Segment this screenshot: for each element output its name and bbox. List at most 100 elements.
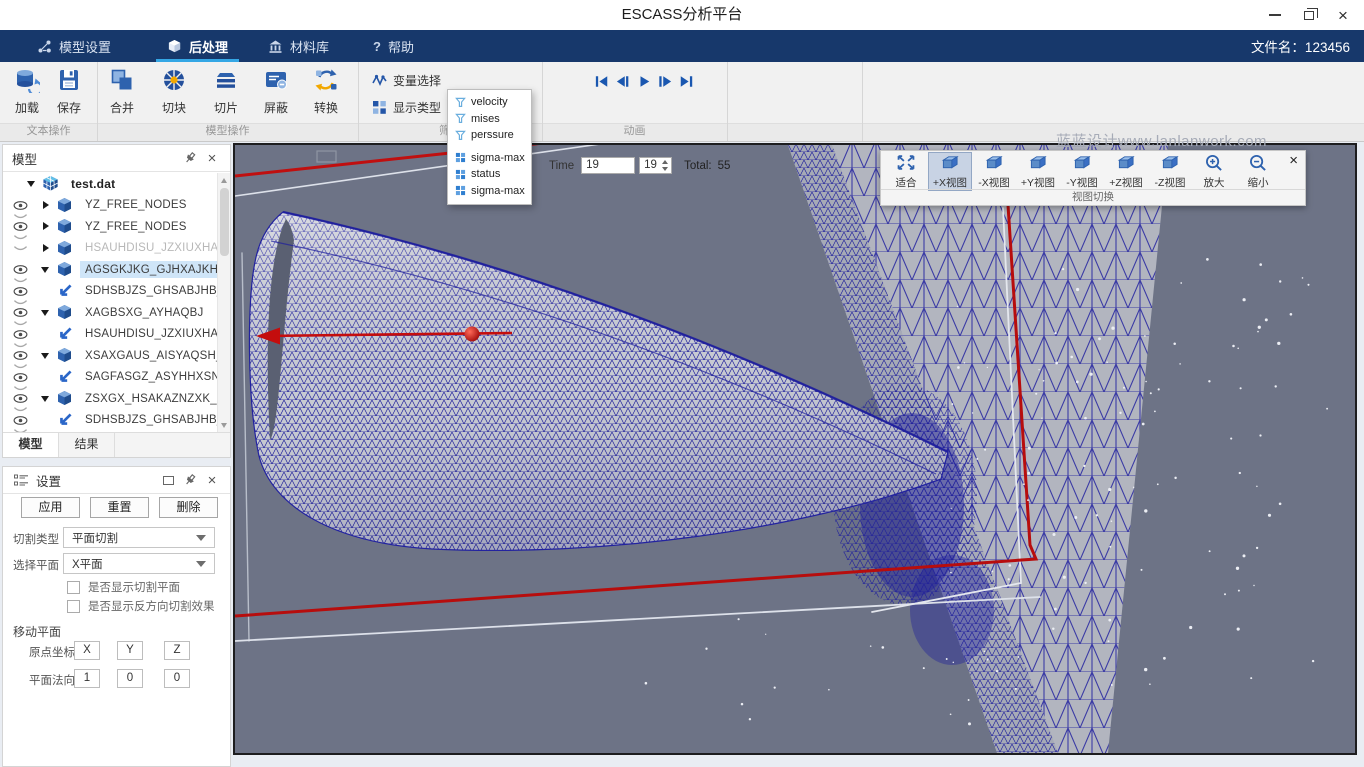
stepper-arrows[interactable]	[660, 158, 670, 173]
tree-row[interactable]: HSAUHDISU_JZXIUXHAHX	[3, 238, 217, 260]
menu-item-postprocess[interactable]: 后处理	[160, 30, 235, 62]
tree-row[interactable]: test.dat	[3, 173, 217, 195]
panel-tab[interactable]: 模型	[3, 433, 59, 457]
dropdown-item[interactable]: sigma-max	[448, 150, 531, 167]
viewport-3d[interactable]	[233, 143, 1357, 755]
visibility-eye-icon[interactable]	[13, 200, 28, 211]
tree-item-label[interactable]: ZSXGX_HSAKAZNZXK_AHASX	[80, 390, 217, 407]
convert-button[interactable]: 转换	[303, 67, 349, 116]
expander-icon[interactable]	[41, 265, 51, 275]
tree-row[interactable]: YZ_FREE_NODES	[3, 195, 217, 217]
tree-item-label[interactable]: test.dat	[66, 174, 120, 193]
view-button[interactable]: 缩小	[1236, 152, 1280, 191]
tree-row[interactable]: SDHSBJZS_GHSABJHB_ZAHU	[3, 281, 217, 303]
save-button[interactable]: 保存	[46, 67, 92, 116]
origin-x-input[interactable]: X	[74, 641, 100, 660]
visibility-eye-icon[interactable]	[13, 415, 28, 426]
tree-scrollbar[interactable]	[217, 173, 230, 432]
tree-row[interactable]: SDHSBJZS_GHSABJHB_ZAHU	[3, 410, 217, 432]
scrollbar-thumb[interactable]	[220, 188, 229, 256]
expander-icon[interactable]	[27, 179, 37, 189]
normal-z-input[interactable]: 0	[164, 669, 190, 688]
visibility-eye-icon[interactable]	[13, 329, 28, 340]
scroll-down-icon[interactable]	[218, 419, 230, 431]
skip-first-button[interactable]	[595, 75, 609, 88]
close-button[interactable]: ×	[1326, 0, 1360, 30]
view-button[interactable]: -Z视图	[1148, 152, 1192, 191]
cut-type-select[interactable]: 平面切割	[63, 527, 215, 548]
tree-item-label[interactable]: XSAXGAUS_AISYAQSH_ASHX	[80, 347, 217, 364]
view-button[interactable]: 放大	[1192, 152, 1236, 191]
tree-item-label[interactable]: SDHSBJZS_GHSABJHB_ZAHU	[80, 283, 217, 300]
tree-row[interactable]: SAGFASGZ_ASYHHXSN	[3, 367, 217, 389]
dropdown-item[interactable]: status	[448, 166, 531, 183]
menu-item-help[interactable]: ? 帮助	[366, 30, 421, 62]
load-button[interactable]: 加载	[4, 67, 50, 116]
visibility-eye-icon[interactable]	[13, 243, 28, 254]
minimize-button[interactable]	[1258, 0, 1292, 30]
expander-icon[interactable]	[41, 222, 51, 232]
scroll-up-icon[interactable]	[218, 174, 230, 186]
close-icon[interactable]: ×	[203, 149, 221, 167]
visibility-eye-icon[interactable]	[13, 307, 28, 318]
view-button[interactable]: +X视图	[928, 152, 972, 191]
visibility-eye-icon[interactable]	[13, 350, 28, 361]
visibility-eye-icon[interactable]	[13, 264, 28, 275]
tree-row[interactable]: AGSGKJKG_GJHXAJKHXA	[3, 259, 217, 281]
tree-item-label[interactable]: XAGBSXG_AYHAQBJ	[80, 304, 208, 321]
view-button[interactable]: -Y视图	[1060, 152, 1104, 191]
float-window-icon[interactable]	[159, 471, 177, 489]
time-stepper[interactable]: 19	[639, 157, 672, 174]
view-button[interactable]: +Z视图	[1104, 152, 1148, 191]
expander-icon[interactable]	[41, 200, 51, 210]
tree-item-label[interactable]: SDHSBJZS_GHSABJHB_ZAHU	[80, 412, 217, 429]
merge-button[interactable]: 合并	[99, 67, 145, 116]
dropdown-item[interactable]: perssure	[448, 127, 531, 144]
reverse-cut-checkbox[interactable]	[67, 600, 80, 613]
tree-item-label[interactable]: HSAUHDISU_JZXIUXHAHX	[80, 326, 217, 343]
close-icon[interactable]: ×	[1289, 152, 1298, 170]
visibility-eye-icon[interactable]	[13, 286, 28, 297]
view-button[interactable]: -X视图	[972, 152, 1016, 191]
tree-row[interactable]: XSAXGAUS_AISYAQSH_ASHX	[3, 345, 217, 367]
menu-item-material-library[interactable]: 材料库	[261, 30, 336, 62]
tree-item-label[interactable]: YZ_FREE_NODES	[80, 218, 192, 235]
tree-item-label[interactable]: SAGFASGZ_ASYHHXSN	[80, 369, 217, 386]
mask-button[interactable]: 屏蔽	[253, 67, 299, 116]
restore-button[interactable]	[1292, 0, 1326, 30]
tree-row[interactable]: XAGBSXG_AYHAQBJ	[3, 302, 217, 324]
panel-tab[interactable]: 结果	[59, 433, 115, 457]
tree-item-label[interactable]: AGSGKJKG_GJHXAJKHXA	[80, 261, 217, 278]
apply-button[interactable]: 应用	[21, 497, 80, 518]
dropdown-item[interactable]: sigma-max	[448, 183, 531, 200]
close-icon[interactable]: ×	[203, 471, 221, 489]
cut-block-button[interactable]: 切块	[151, 67, 197, 116]
visibility-eye-icon[interactable]	[13, 221, 28, 232]
play-button[interactable]	[637, 75, 651, 88]
tree-row[interactable]: HSAUHDISU_JZXIUXHAHX	[3, 324, 217, 346]
step-forward-button[interactable]	[658, 75, 672, 88]
normal-y-input[interactable]: 0	[117, 669, 143, 688]
skip-last-button[interactable]	[679, 75, 693, 88]
tree-item-label[interactable]: HSAUHDISU_JZXIUXHAHX	[80, 240, 217, 257]
dropdown-item[interactable]: velocity	[448, 94, 531, 111]
menu-item-model-setup[interactable]: 模型设置	[30, 30, 118, 62]
tree-row[interactable]: YZ_FREE_NODES	[3, 216, 217, 238]
expander-icon[interactable]	[41, 394, 51, 404]
pin-icon[interactable]	[181, 471, 199, 489]
view-button[interactable]: 适合	[884, 152, 928, 191]
normal-x-input[interactable]: 1	[74, 669, 100, 688]
step-back-button[interactable]	[616, 75, 630, 88]
visibility-eye-icon[interactable]	[13, 372, 28, 383]
tree-row[interactable]: ZSXGX_HSAKAZNZXK_AHASX	[3, 388, 217, 410]
origin-y-input[interactable]: Y	[117, 641, 143, 660]
expander-icon[interactable]	[41, 308, 51, 318]
delete-button[interactable]: 删除	[159, 497, 218, 518]
slice-button[interactable]: 切片	[203, 67, 249, 116]
tree-item-label[interactable]: YZ_FREE_NODES	[80, 197, 192, 214]
expander-icon[interactable]	[41, 243, 51, 253]
pin-icon[interactable]	[181, 149, 199, 167]
visibility-eye-icon[interactable]	[13, 393, 28, 404]
dropdown-item[interactable]: mises	[448, 111, 531, 128]
view-button[interactable]: +Y视图	[1016, 152, 1060, 191]
